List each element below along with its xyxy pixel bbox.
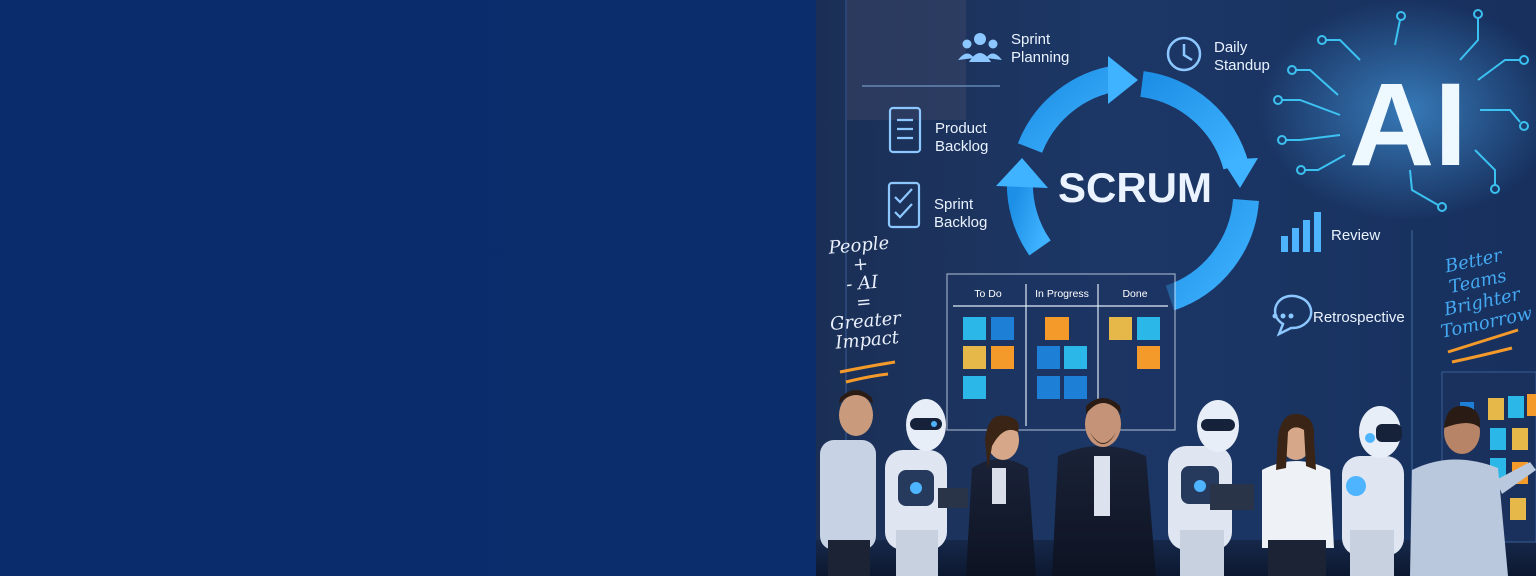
kanban-column-done: Done [1122, 288, 1148, 300]
kanban-column-todo: To Do [974, 288, 1002, 300]
scrum-ai-illustration: AI SCRUM [816, 0, 1536, 576]
scrum-word: SCRUM [1058, 164, 1212, 211]
label-sprint-backlog: Sprint Backlog [934, 196, 988, 231]
label-retrospective: Retrospective [1313, 309, 1405, 326]
label-daily-standup: Daily Standup [1214, 39, 1270, 74]
handwriting-people-ai: People + - AI = Greater Impact [827, 232, 902, 354]
ai-word: AI [1349, 59, 1467, 191]
label-review: Review [1331, 227, 1381, 244]
kanban-column-in-progress: In Progress [1035, 288, 1089, 300]
label-sprint-planning: Sprint Planning [1011, 31, 1070, 66]
hero-banner: AI SCRUM Sprint Planning Daily Standup P… [0, 0, 1536, 576]
window-warm-light [846, 0, 966, 120]
label-product-backlog: Product Backlog [935, 120, 989, 155]
